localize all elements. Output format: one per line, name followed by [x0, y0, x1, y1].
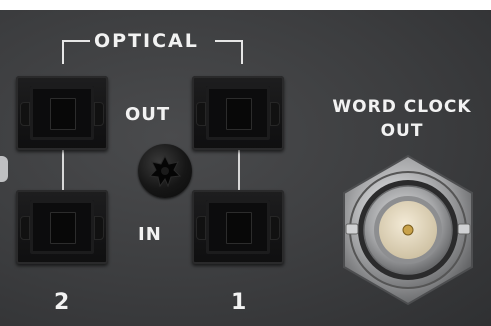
port2-link-line — [62, 150, 64, 190]
toslink-port-icon — [226, 98, 252, 130]
port1-link-line — [238, 150, 240, 190]
panel-edge-fitting — [0, 156, 8, 182]
optical-bracket-right — [215, 40, 243, 64]
port-number-1: 1 — [231, 290, 248, 315]
optical-in-port-1[interactable] — [192, 190, 284, 264]
optical-out-port-1[interactable] — [192, 76, 284, 150]
bnc-connector-icon — [343, 154, 473, 306]
toslink-port-icon — [50, 98, 76, 130]
in-label: IN — [138, 224, 162, 245]
port-number-2: 2 — [54, 290, 71, 315]
optical-label: OPTICAL — [94, 30, 199, 52]
word-clock-label-line1: WORD CLOCK — [332, 97, 472, 117]
optical-in-port-2[interactable] — [16, 190, 108, 264]
torx-screw-icon — [138, 144, 192, 198]
word-clock-label: WORD CLOCK OUT — [307, 95, 491, 143]
photo: OPTICAL OUT IN 2 1 WORD CLOCK OUT — [0, 0, 491, 326]
toslink-port-icon — [50, 212, 76, 244]
optical-out-port-2[interactable] — [16, 76, 108, 150]
optical-bracket-left — [62, 40, 90, 64]
word-clock-bnc-connector[interactable] — [330, 152, 486, 308]
toslink-port-icon — [226, 212, 252, 244]
out-label: OUT — [125, 104, 171, 125]
word-clock-label-line2: OUT — [380, 121, 424, 141]
